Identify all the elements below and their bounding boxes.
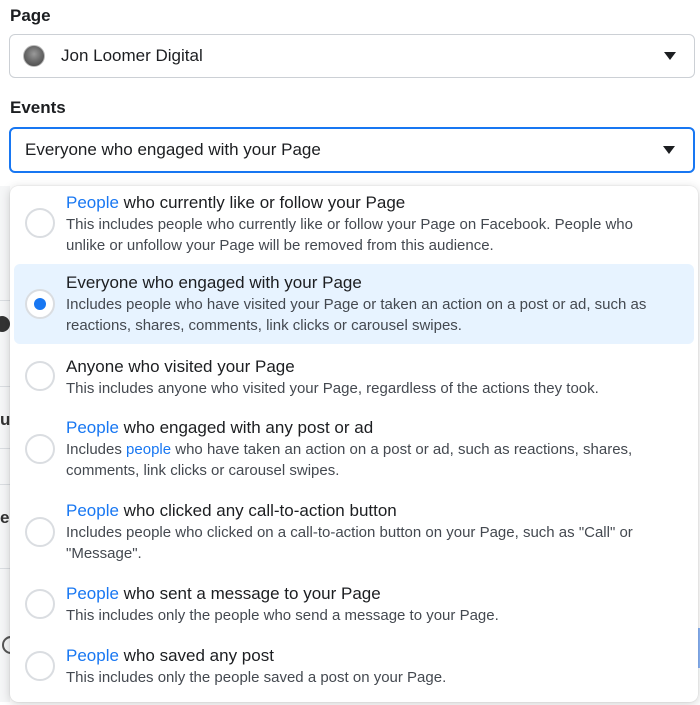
background-radio-fragment <box>0 636 10 656</box>
radio-button-selected[interactable] <box>25 289 55 319</box>
events-field-label: Events <box>10 98 66 117</box>
people-link[interactable]: People <box>66 418 119 437</box>
option-title: People who saved any post <box>66 645 670 667</box>
option-title-text: who engaged with any post or ad <box>118 418 374 437</box>
option-title-text: who saved any post <box>118 646 274 665</box>
option-title-text: who clicked any call-to-action button <box>118 501 397 520</box>
option-sent-message[interactable]: People who sent a message to your Page T… <box>14 578 694 634</box>
radio-button[interactable] <box>25 517 55 547</box>
option-description: This includes people who currently like … <box>66 216 633 254</box>
option-everyone-engaged[interactable]: Everyone who engaged with your Page Incl… <box>14 264 694 344</box>
avatar <box>23 45 45 67</box>
people-link[interactable]: People <box>66 501 119 520</box>
people-link[interactable]: People <box>66 584 119 603</box>
page-field-label: Page <box>10 6 51 25</box>
events-select-value: Everyone who engaged with your Page <box>25 140 321 159</box>
option-visited-page[interactable]: Anyone who visited your Page This includ… <box>14 348 694 404</box>
radio-button[interactable] <box>25 434 55 464</box>
option-description-text: Includes <box>66 441 127 458</box>
option-description: Includes people who have taken an action… <box>66 439 670 481</box>
option-description: This includes only the people saved a po… <box>66 669 447 686</box>
background-text-fragment: e <box>0 508 10 527</box>
people-link[interactable]: People <box>66 193 119 212</box>
background-text-fragment: u <box>0 410 10 429</box>
caret-down-icon <box>664 52 676 60</box>
option-description: Includes people who have visited your Pa… <box>66 296 647 334</box>
radio-button[interactable] <box>25 361 55 391</box>
people-link[interactable]: People <box>66 646 119 665</box>
radio-button[interactable] <box>25 589 55 619</box>
option-saved-post[interactable]: People who saved any post This includes … <box>14 640 694 696</box>
caret-down-icon <box>663 146 675 154</box>
background-icon-fragment <box>0 316 10 334</box>
option-title: People who currently like or follow your… <box>66 192 670 214</box>
option-title: People who sent a message to your Page <box>66 583 670 605</box>
radio-button[interactable] <box>25 208 55 238</box>
option-title: Anyone who visited your Page <box>66 357 295 376</box>
option-title: People who clicked any call-to-action bu… <box>66 500 670 522</box>
option-current-followers[interactable]: People who currently like or follow your… <box>14 188 694 262</box>
background-form-edge <box>0 186 10 702</box>
option-description: Includes people who clicked on a call-to… <box>66 524 633 562</box>
page-select[interactable]: Jon Loomer Digital <box>9 34 695 78</box>
people-link[interactable]: people <box>126 441 171 458</box>
radio-button[interactable] <box>25 651 55 681</box>
page-select-value: Jon Loomer Digital <box>61 46 203 65</box>
option-description: This includes only the people who send a… <box>66 607 499 624</box>
option-title: Everyone who engaged with your Page <box>66 273 362 292</box>
option-description: This includes anyone who visited your Pa… <box>66 380 599 397</box>
option-title-text: who sent a message to your Page <box>118 584 381 603</box>
option-engaged-post-or-ad[interactable]: People who engaged with any post or ad I… <box>14 410 694 486</box>
option-title-text: who currently like or follow your Page <box>118 193 406 212</box>
option-clicked-cta[interactable]: People who clicked any call-to-action bu… <box>14 494 694 570</box>
events-select[interactable]: Everyone who engaged with your Page <box>9 127 695 173</box>
events-dropdown-menu: People who currently like or follow your… <box>10 186 698 702</box>
option-title: People who engaged with any post or ad <box>66 417 670 439</box>
